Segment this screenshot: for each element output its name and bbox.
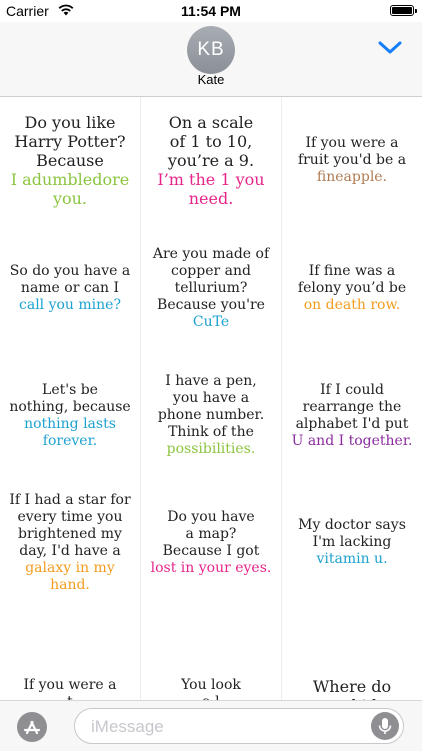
sticker-setup-line: Because you're (157, 297, 265, 313)
sticker-setup-line: nothing, because (9, 398, 131, 415)
sticker-text: You looka l (181, 677, 241, 700)
sticker-text: If you were at (23, 677, 116, 700)
sticker-setup-line: alphabet I'd put (295, 415, 409, 432)
sticker-setup-line: brightened my (18, 525, 122, 542)
sticker-setup-line: name or can I (20, 280, 120, 296)
sticker-setup-line: If you were a (23, 677, 117, 693)
sticker-setup-line: So do you have a (9, 263, 131, 279)
sticker-text: If I could rearrange the alphabet I'd put U… (292, 382, 413, 450)
sticker-setup-line: On a scale (168, 113, 254, 132)
sticker-item[interactable]: So do you have a name or can Icall you mi… (0, 225, 140, 352)
sticker-setup-line: you’re a 9. (167, 151, 255, 170)
message-input-bar (0, 700, 422, 751)
sticker-text: On a scale of 1 to 10, you’re a 9. I’m the … (157, 113, 264, 208)
sticker-punchline: forever. (42, 432, 98, 449)
sticker-item[interactable]: Are you made of copper and tellurium? Becau… (141, 225, 281, 352)
sticker-item[interactable]: I have a pen, you have a phone number. Thin… (141, 352, 281, 479)
sticker-setup-line: I'm lacking (312, 534, 392, 550)
sticker-item[interactable]: If you were a fruit you'd be a fineapple. (282, 97, 422, 224)
sticker-item[interactable]: Let's be nothing, because nothing lasts for… (0, 352, 140, 479)
sticker-setup-line: phone number. (157, 407, 265, 423)
conversation-header: KB Kate (0, 22, 422, 97)
sticker-setup-line: fruit you'd be a (297, 152, 407, 168)
sticker-punchline: nothing lasts (24, 415, 116, 432)
sticker-setup-line: I have a pen, (165, 373, 257, 389)
battery-icon (390, 5, 417, 16)
sticker-setup-line: copper and (171, 263, 251, 279)
sticker-text: Let's be nothing, because nothing lasts for… (9, 382, 130, 450)
sticker-setup-line: If I had a star for (9, 491, 131, 508)
sticker-grid: Do you like Harry Potter? Because I adumble… (0, 97, 422, 700)
sticker-text: So do you have a name or can Icall you mi… (10, 263, 130, 314)
sticker-text: If I had a star for every time you brighte… (9, 492, 130, 594)
sticker-setup-line: tellurium? (174, 280, 248, 296)
sticker-text: Are you made of copper and tellurium? Becau… (153, 246, 269, 331)
sticker-item[interactable]: If I had a star for every time you brighte… (0, 479, 140, 606)
sticker-text: My doctor says I'm lacking vitamin u. (298, 517, 406, 568)
sticker-item[interactable]: On a scale of 1 to 10, you’re a 9. I’m the … (141, 97, 281, 224)
contact-name[interactable]: Kate (0, 72, 422, 87)
sticker-text: Where doyou hide (313, 677, 391, 700)
sticker-setup-line: Think of the (168, 424, 254, 440)
sticker-setup-line: day, I'd have a (19, 542, 121, 559)
sticker-setup-line: Where do (312, 677, 392, 696)
sticker-item[interactable]: If you were at (0, 607, 140, 700)
sticker-setup-line: Do you have (167, 508, 255, 525)
sticker-text: If fine was a felony you’d be on death row… (298, 263, 406, 314)
sticker-setup-line: every time you (17, 508, 123, 525)
sticker-setup-line: Do you like (24, 113, 116, 132)
avatar[interactable]: KB (187, 26, 235, 74)
sticker-punchline: call you mine? (19, 297, 121, 313)
sticker-setup-line: If you were a (305, 135, 399, 151)
sticker-item[interactable]: Do you have a map? Because I got lost in yo… (141, 479, 281, 606)
sticker-text: I have a pen, you have a phone number. Thin… (158, 373, 264, 458)
sticker-punchline: vitamin u. (316, 551, 388, 567)
message-input[interactable] (89, 715, 363, 739)
imessage-field[interactable] (74, 708, 404, 744)
sticker-setup-line: of 1 to 10, (169, 132, 253, 151)
sticker-setup-line: If I could (320, 381, 384, 398)
microphone-icon[interactable] (371, 712, 399, 740)
sticker-punchline: U and I together. (291, 432, 413, 449)
sticker-setup-line: a map? (185, 525, 237, 542)
sticker-punchline: I adumbledore (10, 170, 130, 189)
sticker-setup-line: you have a (172, 390, 250, 406)
sticker-item[interactable]: If I could rearrange the alphabet I'd put U… (282, 352, 422, 479)
sticker-setup-line: felony you’d be (297, 280, 407, 296)
sticker-item[interactable]: If fine was a felony you’d be on death row… (282, 225, 422, 352)
sticker-punchline: you. (52, 189, 88, 208)
sticker-text: Do you have a map? Because I got lost in yo… (151, 509, 272, 577)
sticker-text: Do you like Harry Potter? Because I adumble… (11, 113, 129, 208)
sticker-punchline: possibilities. (166, 441, 256, 457)
sticker-punchline: CuTe (192, 314, 230, 330)
sticker-setup-line: Harry Potter? (14, 132, 126, 151)
sticker-setup-line: Because I got (162, 542, 260, 559)
sticker-setup-line: Are you made of (152, 246, 270, 262)
sticker-punchline: galaxy in my (25, 559, 115, 576)
sticker-setup-line: Let's be (42, 381, 98, 398)
sticker-setup-line: rearrange the (302, 398, 402, 415)
status-bar: Carrier 11:54 PM (0, 0, 422, 22)
app-store-icon[interactable] (17, 712, 47, 742)
sticker-text: If you were a fruit you'd be a fineapple. (298, 135, 406, 186)
sticker-setup-line: My doctor says (298, 517, 406, 533)
sticker-setup-line: You look (181, 677, 241, 693)
chevron-down-icon[interactable] (376, 38, 404, 56)
sticker-punchline: fineapple. (316, 169, 388, 185)
sticker-punchline: hand. (50, 576, 90, 593)
sticker-item[interactable]: Where doyou hide (282, 607, 422, 700)
sticker-punchline: need. (188, 189, 234, 208)
clock: 11:54 PM (181, 3, 241, 19)
sticker-item[interactable]: You looka l (141, 607, 281, 700)
sticker-item[interactable]: My doctor says I'm lacking vitamin u. (282, 479, 422, 606)
sticker-setup-line: Because (36, 151, 104, 170)
sticker-punchline: on death row. (303, 297, 401, 313)
sticker-setup-line: If fine was a (308, 263, 396, 279)
sticker-punchline: lost in your eyes. (150, 559, 272, 576)
sticker-punchline: I’m the 1 you (157, 170, 265, 189)
sticker-item[interactable]: Do you like Harry Potter? Because I adumble… (0, 97, 140, 224)
